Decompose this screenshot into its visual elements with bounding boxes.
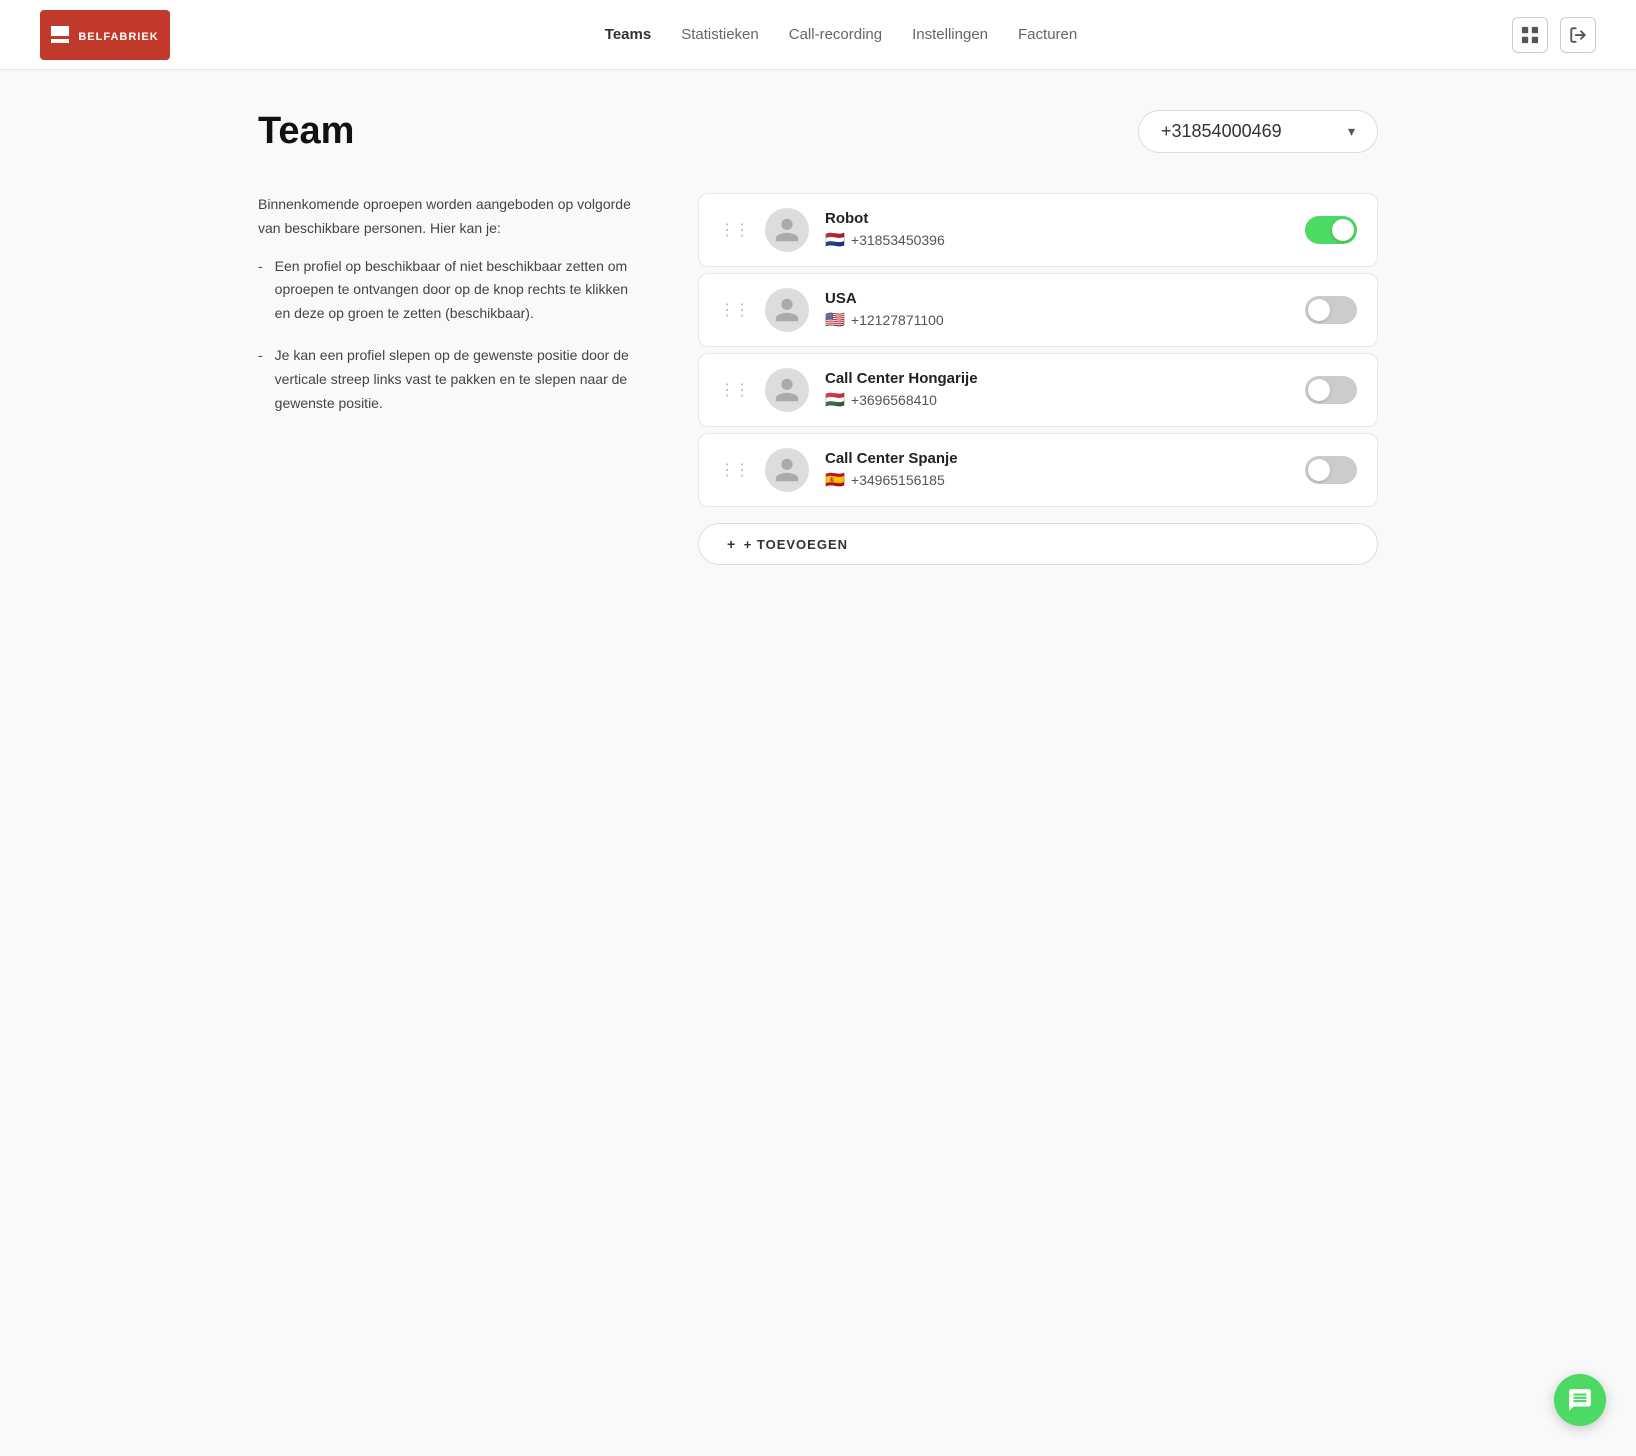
nav-callrecording[interactable]: Call-recording [789,26,882,43]
team-info-hongarije: Call Center Hongarije 🇭🇺 +3696568410 [825,370,1289,410]
drag-handle[interactable]: ⋮⋮ [719,380,749,400]
avatar [765,208,809,252]
nav-statistieken[interactable]: Statistieken [681,26,759,43]
phone-text: +34965156185 [851,472,945,488]
description-panel: Binnenkomende oproepen worden aangeboden… [258,193,638,565]
team-info-robot: Robot 🇳🇱 +31853450396 [825,210,1289,250]
team-phone: 🇺🇸 +12127871100 [825,310,1289,330]
toggle-slider [1305,376,1357,404]
team-name: Robot [825,210,1289,227]
team-name: USA [825,290,1289,307]
list-item: - Je kan een profiel slepen op de gewens… [258,344,638,415]
drag-handle[interactable]: ⋮⋮ [719,220,749,240]
team-name: Call Center Hongarije [825,370,1289,387]
add-member-button[interactable]: + + TOEVOEGEN [698,523,1378,565]
nav-icons [1512,17,1596,53]
team-info-spanje: Call Center Spanje 🇪🇸 +34965156185 [825,450,1289,490]
team-item-spanje: ⋮⋮ Call Center Spanje 🇪🇸 +34965156185 [698,433,1378,507]
avatar [765,448,809,492]
logo-text: BELFABRIEK [78,31,158,43]
chevron-down-icon: ▾ [1348,123,1355,140]
team-item-hongarije: ⋮⋮ Call Center Hongarije 🇭🇺 +3696568410 [698,353,1378,427]
page-title: Team [258,110,354,153]
toggle-hongarije[interactable] [1305,376,1357,404]
team-name: Call Center Spanje [825,450,1289,467]
content-area: Binnenkomende oproepen worden aangeboden… [258,193,1378,565]
team-item-usa: ⋮⋮ USA 🇺🇸 +12127871100 [698,273,1378,347]
team-item-robot: ⋮⋮ Robot 🇳🇱 +31853450396 [698,193,1378,267]
avatar [765,368,809,412]
phone-text: +3696568410 [851,392,937,408]
toggle-slider [1305,296,1357,324]
drag-handle[interactable]: ⋮⋮ [719,300,749,320]
main-nav: Teams Statistieken Call-recording Instel… [605,26,1077,43]
description-item-2: Je kan een profiel slepen op de gewenste… [275,344,638,415]
avatar [765,288,809,332]
add-label: + TOEVOEGEN [744,537,848,552]
team-list: ⋮⋮ Robot 🇳🇱 +31853450396 [698,193,1378,565]
nav-teams[interactable]: Teams [605,26,651,43]
phone-text: +31853450396 [851,232,945,248]
team-phone: 🇪🇸 +34965156185 [825,470,1289,490]
team-phone: 🇳🇱 +31853450396 [825,230,1289,250]
team-phone: 🇭🇺 +3696568410 [825,390,1289,410]
description-list: - Een profiel op beschikbaar of niet bes… [258,255,638,416]
nav-instellingen[interactable]: Instellingen [912,26,988,43]
grid-icon-button[interactable] [1512,17,1548,53]
phone-number: +31854000469 [1161,121,1282,142]
header: BELFABRIEK Teams Statistieken Call-recor… [0,0,1636,70]
page-content: Team +31854000469 ▾ Binnenkomende oproep… [218,70,1418,605]
flag-icon: 🇺🇸 [825,310,845,330]
team-info-usa: USA 🇺🇸 +12127871100 [825,290,1289,330]
toggle-usa[interactable] [1305,296,1357,324]
description-item-1: Een profiel op beschikbaar of niet besch… [275,255,638,326]
toggle-robot[interactable] [1305,216,1357,244]
logo: BELFABRIEK [40,10,170,60]
toggle-slider [1305,216,1357,244]
phone-text: +12127871100 [851,312,944,328]
page-header: Team +31854000469 ▾ [258,110,1378,153]
description-intro: Binnenkomende oproepen worden aangeboden… [258,193,638,241]
toggle-spanje[interactable] [1305,456,1357,484]
add-icon: + [727,536,736,552]
flag-icon: 🇳🇱 [825,230,845,250]
flag-icon: 🇭🇺 [825,390,845,410]
drag-handle[interactable]: ⋮⋮ [719,460,749,480]
flag-icon: 🇪🇸 [825,470,845,490]
toggle-slider [1305,456,1357,484]
list-item: - Een profiel op beschikbaar of niet bes… [258,255,638,326]
chat-button[interactable] [1554,1374,1606,1426]
phone-dropdown[interactable]: +31854000469 ▾ [1138,110,1378,153]
nav-facturen[interactable]: Facturen [1018,26,1077,43]
logout-icon-button[interactable] [1560,17,1596,53]
